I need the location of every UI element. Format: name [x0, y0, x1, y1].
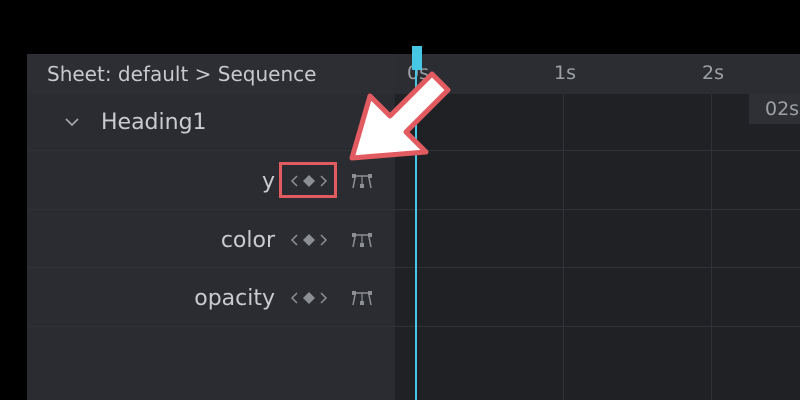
graph-editor-icon[interactable]	[351, 289, 373, 307]
tick-label-2s: 2s	[702, 62, 724, 84]
property-row-opacity[interactable]: opacity	[27, 269, 395, 327]
property-label: color	[220, 227, 275, 253]
keyframe-nav-icon[interactable]	[289, 230, 329, 250]
annotation-arrow-icon	[349, 71, 451, 161]
keyframe-nav-icon[interactable]	[289, 288, 329, 308]
tick-gridline-1s	[563, 94, 564, 400]
breadcrumb-text: Sheet: default > Sequence	[47, 62, 317, 86]
current-time-text: 02s	[765, 98, 800, 120]
current-time-display[interactable]: 02s	[749, 94, 800, 124]
graph-editor-icon[interactable]	[351, 172, 373, 190]
annotation-highlight-box	[279, 162, 337, 198]
tick-label-1s: 1s	[554, 62, 576, 84]
property-label: y	[261, 168, 275, 194]
property-row-color[interactable]: color	[27, 211, 395, 269]
object-name: Heading1	[101, 109, 207, 135]
graph-editor-icon[interactable]	[351, 231, 373, 249]
tick-gridline-2s	[711, 94, 712, 400]
chevron-down-icon[interactable]	[63, 113, 81, 131]
property-label: opacity	[194, 285, 275, 311]
